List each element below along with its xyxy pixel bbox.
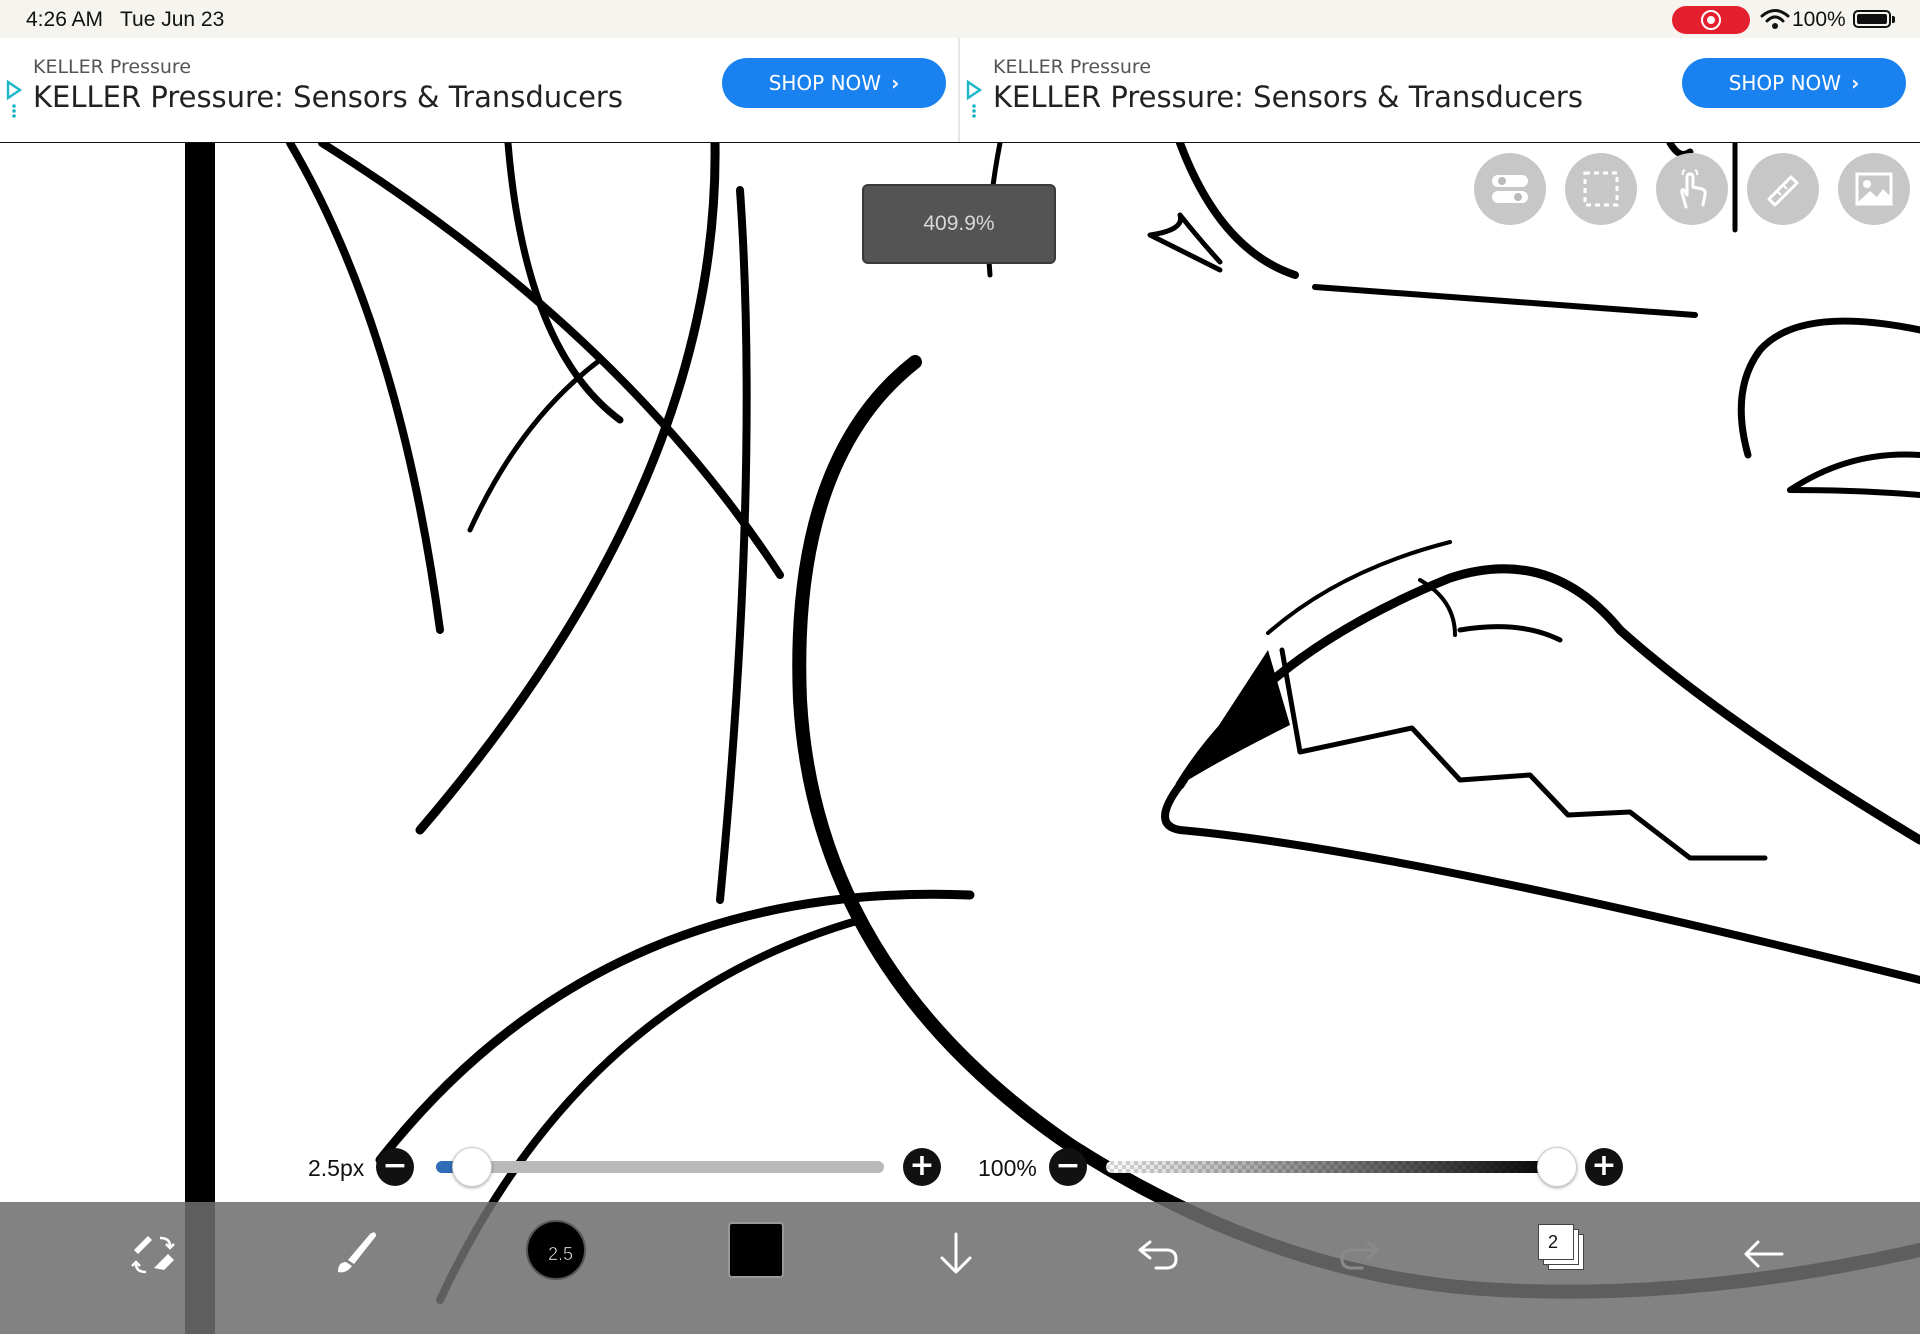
hand-gesture-icon	[1680, 169, 1707, 209]
shop-now-button[interactable]: SHOP NOW ›	[722, 58, 946, 108]
undo-button[interactable]	[1128, 1224, 1188, 1284]
adchoices-icon[interactable]	[6, 80, 24, 120]
arrow-down-icon	[940, 1232, 972, 1274]
chevron-right-icon: ›	[891, 71, 900, 95]
opacity-label: 100%	[978, 1155, 1037, 1181]
brush-icon	[338, 1232, 376, 1273]
download-button[interactable]	[926, 1224, 986, 1284]
battery-percent: 100%	[1792, 8, 1846, 31]
bottom-toolbar: 2.5 2	[0, 1202, 1920, 1334]
layers-button[interactable]	[1538, 1224, 1586, 1270]
shop-now-label: SHOP NOW	[1728, 71, 1842, 95]
ruler-icon	[1767, 175, 1799, 207]
screen-record-icon[interactable]	[1672, 6, 1750, 34]
opacity-increase-button[interactable]: +	[1585, 1148, 1623, 1186]
status-date: Tue Jun 23	[120, 8, 225, 31]
minus-icon: −	[382, 1148, 408, 1183]
redo-icon	[1340, 1240, 1380, 1270]
ad-source: KELLER Pressure	[33, 56, 192, 78]
back-button[interactable]	[1734, 1224, 1794, 1284]
adchoices-icon[interactable]	[966, 80, 984, 120]
brush-size-label: 2.5px	[308, 1155, 365, 1181]
drawing-canvas[interactable]: 409.9%	[0, 143, 1920, 1334]
pen-eraser-swap-icon	[131, 1236, 175, 1274]
minus-icon: −	[1055, 1148, 1081, 1183]
ruler-button[interactable]	[1747, 153, 1819, 225]
plus-icon: +	[909, 1148, 935, 1183]
redo-button[interactable]	[1330, 1224, 1390, 1284]
ad-title[interactable]: KELLER Pressure: Sensors & Transducers	[993, 80, 1583, 114]
brush-size-badge: 2.5	[548, 1244, 574, 1265]
hand-gesture-button[interactable]	[1656, 153, 1728, 225]
brush-size-slider-thumb[interactable]	[452, 1147, 492, 1187]
brush-button[interactable]	[326, 1224, 386, 1284]
shop-now-button[interactable]: SHOP NOW ›	[1682, 58, 1906, 108]
layer-count: 2	[1548, 1232, 1559, 1252]
selection-icon	[1583, 171, 1619, 207]
brush-size-slider[interactable]	[436, 1161, 884, 1173]
line-art	[185, 143, 1920, 1334]
status-time: 4:26 AM	[26, 8, 104, 31]
battery-icon	[1853, 10, 1895, 28]
toggle-icon	[1492, 175, 1528, 203]
ad-source: KELLER Pressure	[993, 56, 1152, 78]
ad-unit[interactable]: KELLER Pressure KELLER Pressure: Sensors…	[0, 38, 960, 142]
pen-eraser-switch-button[interactable]	[124, 1224, 184, 1284]
color-swatch-button[interactable]	[728, 1222, 784, 1278]
brush-size-decrease-button[interactable]: −	[376, 1148, 414, 1186]
ad-title[interactable]: KELLER Pressure: Sensors & Transducers	[33, 80, 623, 114]
image-icon	[1855, 172, 1893, 206]
opacity-decrease-button[interactable]: −	[1049, 1148, 1087, 1186]
arrow-left-icon	[1744, 1240, 1784, 1268]
status-bar: 4:26 AM Tue Jun 23 100%	[0, 0, 1920, 38]
ad-banner: KELLER Pressure KELLER Pressure: Sensors…	[0, 38, 1920, 144]
toggle-button[interactable]	[1474, 153, 1546, 225]
opacity-slider[interactable]	[1106, 1161, 1558, 1173]
selection-button[interactable]	[1565, 153, 1637, 225]
plus-icon: +	[1591, 1148, 1617, 1183]
chevron-right-icon: ›	[1851, 71, 1860, 95]
zoom-indicator: 409.9%	[862, 184, 1056, 264]
shop-now-label: SHOP NOW	[768, 71, 882, 95]
ad-unit[interactable]: KELLER Pressure KELLER Pressure: Sensors…	[960, 38, 1918, 142]
opacity-slider-thumb[interactable]	[1537, 1147, 1577, 1187]
undo-icon	[1138, 1240, 1178, 1270]
brush-size-increase-button[interactable]: +	[903, 1148, 941, 1186]
image-button[interactable]	[1838, 153, 1910, 225]
wifi-icon	[1760, 9, 1790, 29]
